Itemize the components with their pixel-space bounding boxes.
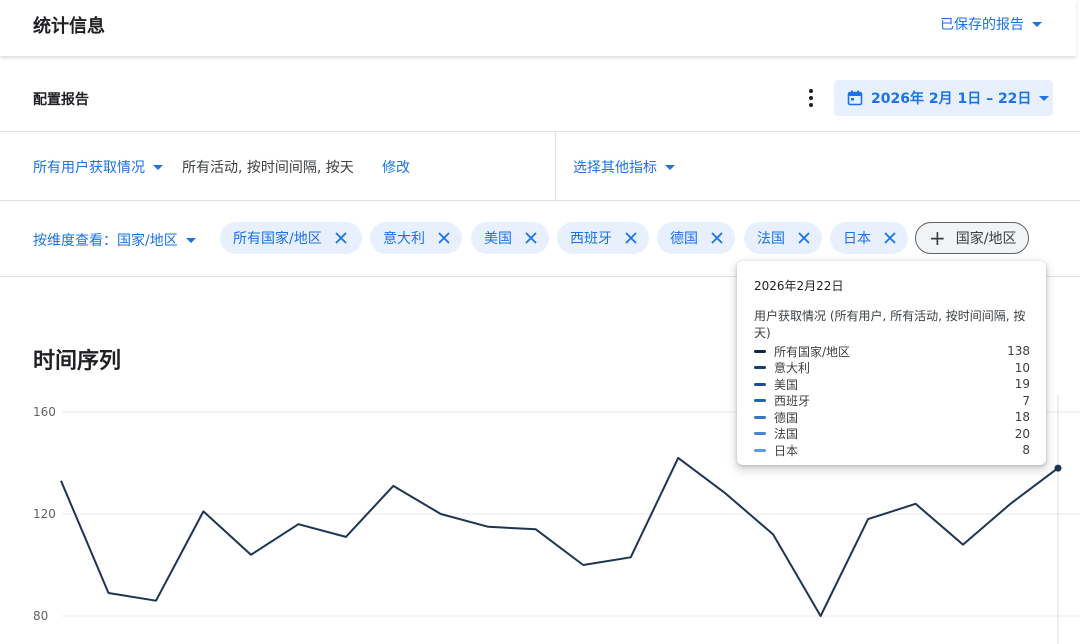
tooltip-row-value: 138 [1007,344,1030,359]
chevron-down-icon [1039,95,1050,101]
tooltip-row-value: 10 [1014,360,1030,375]
other-metric-dropdown[interactable]: 选择其他指标 [573,157,675,177]
tooltip-row-value: 7 [1022,393,1030,408]
config-report-label: 配置报告 [33,92,89,108]
tooltip-row-name: 德国 [774,410,799,425]
chip-all-countries[interactable]: 所有国家/地区 [220,222,362,254]
chip-usa[interactable]: 美国 [471,222,549,254]
divider [555,132,556,200]
date-range-label: 2026年 2月 1日 – 22日 [871,91,1032,107]
saved-reports-label: 已保存的报告 [940,17,1024,33]
legend-swatch [754,382,766,386]
plus-icon: + [929,226,946,250]
modify-link[interactable]: 修改 [382,157,410,177]
page-title: 统计信息 [33,16,105,37]
tooltip-rows: 所有国家/地区 138 意大利 10 美国 19 西班牙 7 德国 18 法国 20 日本 8 [754,343,1030,459]
chip-label: 德国 [670,231,698,247]
legend-swatch [754,366,766,370]
data-point[interactable] [1054,464,1062,472]
tooltip-row: 美国 19 [754,376,1030,393]
add-chip-label: 国家/地区 [955,231,1017,247]
chip-label: 西班牙 [570,231,612,247]
tooltip-row-value: 20 [1014,426,1030,441]
divider [0,200,1080,201]
close-icon[interactable] [710,231,724,245]
tooltip-date: 2026年2月22日 [754,279,844,293]
metric-select-dropdown[interactable]: 所有用户获取情况 [33,157,163,177]
metric-description: 所有活动, 按时间间隔, 按天 [182,160,354,176]
chip-label: 美国 [484,231,512,247]
close-icon[interactable] [624,231,638,245]
series-line [60,456,1059,617]
tooltip-row-name: 日本 [774,443,799,458]
chevron-down-icon [153,164,163,170]
legend-swatch [754,399,766,403]
y-tick-label: 160 [33,405,56,419]
metric-select-label: 所有用户获取情况 [33,160,145,176]
chip-spain[interactable]: 西班牙 [557,222,649,254]
tooltip-row-name: 意大利 [774,361,811,376]
legend-swatch [754,415,766,419]
tooltip-row-name: 西班牙 [774,394,811,409]
chevron-down-icon [665,164,675,170]
tooltip-row: 意大利 10 [754,360,1030,377]
chip-label: 意大利 [383,231,425,247]
legend-swatch [754,349,766,353]
tooltip-row-value: 18 [1014,410,1030,425]
date-range-button[interactable]: 2026年 2月 1日 – 22日 [834,80,1053,116]
chevron-down-icon [1032,21,1042,27]
y-tick-label: 120 [33,507,56,521]
tooltip-row-value: 8 [1022,443,1030,458]
other-metric-label: 选择其他指标 [573,160,657,176]
divider [0,131,1080,132]
saved-reports-dropdown[interactable]: 已保存的报告 [940,14,1042,34]
chip-label: 日本 [843,231,871,247]
tooltip-row-name: 法国 [774,427,799,442]
chip-france[interactable]: 法国 [744,222,822,254]
tooltip-metric: 用户获取情况 (所有用户, 所有活动, 按时间间隔, 按天) [754,309,1026,340]
tooltip-row: 西班牙 7 [754,393,1030,410]
add-country-chip[interactable]: + 国家/地区 [915,222,1029,254]
tooltip-row-value: 19 [1014,377,1030,392]
chip-italy[interactable]: 意大利 [370,222,462,254]
legend-swatch [754,432,766,436]
legend-swatch [754,448,766,452]
tooltip-row-name: 所有国家/地区 [774,344,851,359]
calendar-icon [847,90,863,106]
tooltip-row: 日本 8 [754,442,1030,459]
chip-germany[interactable]: 德国 [657,222,735,254]
close-icon[interactable] [883,231,897,245]
section-title: 时间序列 [33,349,122,374]
tooltip-row: 法国 20 [754,426,1030,443]
chip-label: 所有国家/地区 [233,231,322,247]
more-vert-icon[interactable] [801,86,821,110]
chip-label: 法国 [757,231,785,247]
close-icon[interactable] [797,231,811,245]
y-tick-label: 80 [33,609,48,623]
tooltip-row-name: 美国 [774,377,799,392]
tooltip-row: 所有国家/地区 138 [754,343,1030,360]
dimension-label: 按维度查看：国家/地区 [33,233,178,249]
close-icon[interactable] [524,231,538,245]
chevron-down-icon [185,237,196,243]
close-icon[interactable] [334,231,348,245]
chart-tooltip: 2026年2月22日 用户获取情况 (所有用户, 所有活动, 按时间间隔, 按天… [737,261,1046,465]
chip-japan[interactable]: 日本 [830,222,908,254]
dimension-dropdown[interactable]: 按维度查看：国家/地区 [33,230,196,250]
close-icon[interactable] [437,231,451,245]
top-bar: 统计信息 已保存的报告 [0,0,1076,56]
tooltip-row: 德国 18 [754,409,1030,426]
